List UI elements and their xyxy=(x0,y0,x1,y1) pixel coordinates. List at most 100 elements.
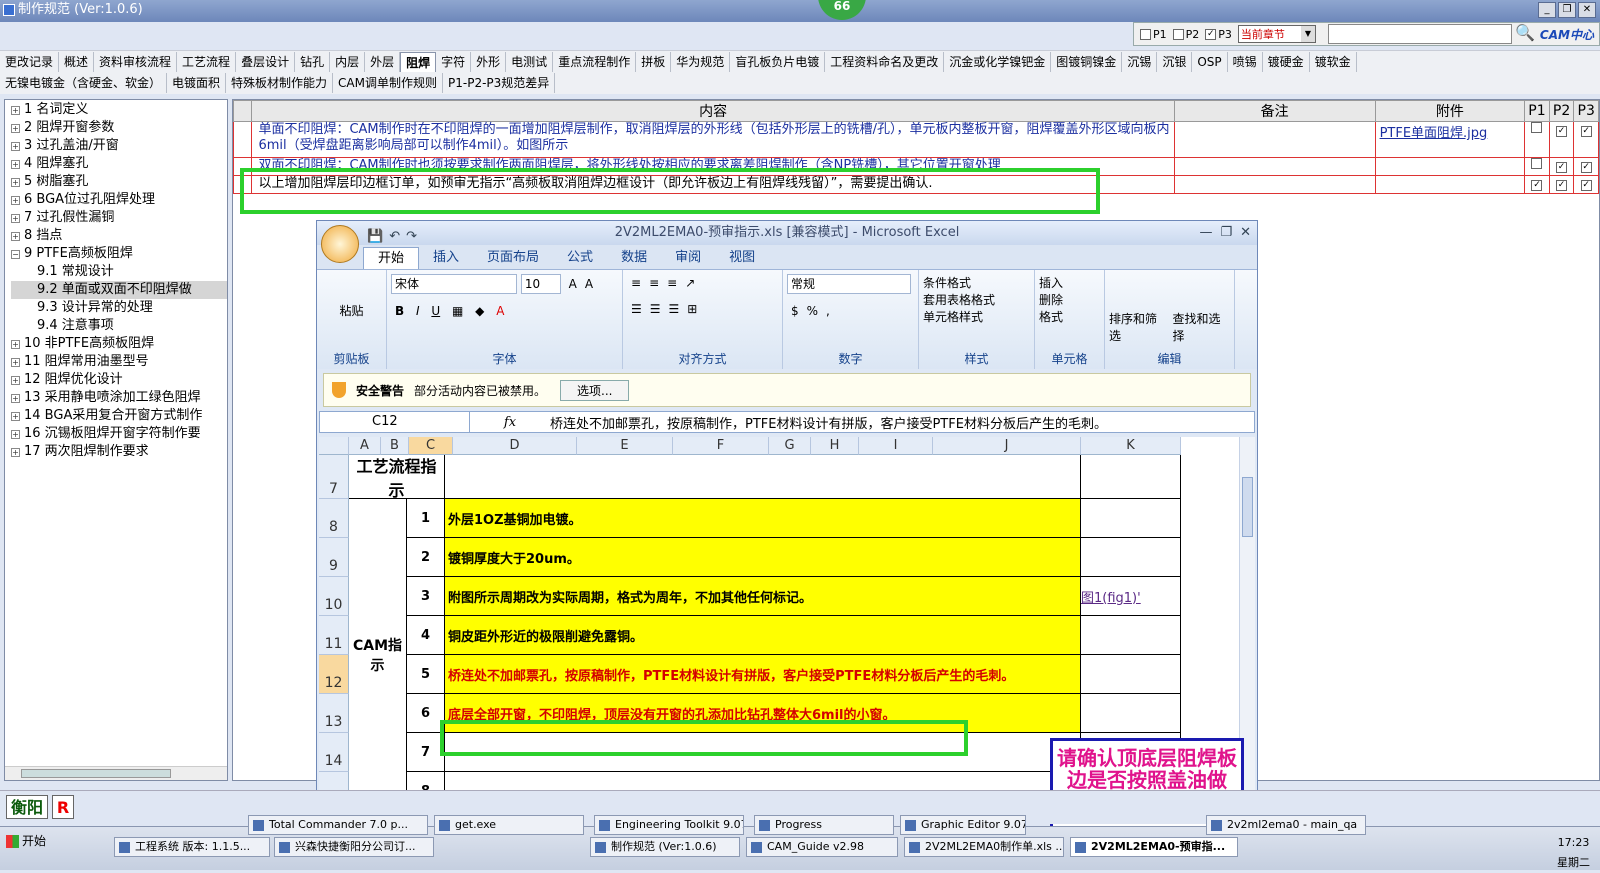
row-note[interactable] xyxy=(1173,175,1376,194)
index-cell[interactable]: 3 xyxy=(407,577,445,616)
tree-item[interactable]: +6 BGA位过孔阻焊处理 xyxy=(11,191,227,209)
align-center-icon[interactable]: ☰ xyxy=(647,301,664,317)
collapse-icon[interactable]: − xyxy=(11,249,20,259)
tree-item[interactable]: +10 非PTFE高频板阻焊 xyxy=(11,335,227,353)
cell[interactable] xyxy=(1081,694,1181,733)
column-header[interactable]: D xyxy=(453,437,577,455)
instruction-cell[interactable]: 附图所示周期改为实际周期，格式为周年，不加其他任何标记。 xyxy=(445,577,1081,616)
fill-color-icon[interactable]: ◆ xyxy=(472,303,487,319)
close-icon[interactable]: ✕ xyxy=(1240,221,1251,245)
figure-link[interactable]: 图1(fig1)' xyxy=(1081,577,1181,616)
ribbon-tab[interactable]: 公式 xyxy=(553,247,607,269)
tab-r1-19[interactable]: 沉锡 xyxy=(1122,51,1158,72)
tree-item[interactable]: +2 阻焊开窗参数 xyxy=(11,119,227,137)
tab-r1-4[interactable]: 叠层设计 xyxy=(236,51,296,72)
row-header[interactable]: 7 xyxy=(319,455,349,499)
column-header[interactable]: G xyxy=(769,437,811,455)
align-right-icon[interactable]: ☰ xyxy=(666,301,683,317)
currency-icon[interactable]: $ xyxy=(788,303,802,319)
tree-item[interactable]: +16 沉锡板阻焊开窗字符制作要 xyxy=(11,425,227,443)
expand-icon[interactable]: + xyxy=(11,105,20,115)
expand-icon[interactable]: + xyxy=(11,375,20,385)
p2-checkbox[interactable] xyxy=(1172,28,1184,40)
shrink-font-icon[interactable]: A xyxy=(582,276,596,292)
expand-icon[interactable]: + xyxy=(11,213,20,223)
cell-styles-button[interactable]: 单元格样式 xyxy=(923,308,1030,325)
row-attachment-link[interactable] xyxy=(1374,175,1526,194)
expand-icon[interactable]: + xyxy=(11,141,20,151)
ribbon-tab[interactable]: 视图 xyxy=(715,247,769,269)
paste-button[interactable]: 粘贴 xyxy=(321,302,382,319)
tree-item[interactable]: 9.2 单面或双面不印阻焊做 xyxy=(11,281,227,299)
tree-horizontal-scrollbar[interactable] xyxy=(5,766,227,780)
taskbar-item[interactable]: 兴森快捷衡阳分公司订... xyxy=(274,837,434,857)
redo-icon[interactable]: ↷ xyxy=(406,225,417,249)
row-attachment-link[interactable] xyxy=(1374,157,1526,176)
expand-icon[interactable]: + xyxy=(11,339,20,349)
search-icon[interactable]: 🔍 xyxy=(1514,23,1536,45)
format-button[interactable]: 格式 xyxy=(1039,308,1100,325)
expand-icon[interactable]: + xyxy=(11,177,20,187)
insert-button[interactable]: 插入 xyxy=(1039,274,1100,291)
expand-icon[interactable]: + xyxy=(11,447,20,457)
row-header[interactable]: 9 xyxy=(319,538,349,577)
sort-filter-button[interactable]: 排序和筛选 xyxy=(1109,310,1167,344)
table-format-button[interactable]: 套用表格格式 xyxy=(923,291,1030,308)
italic-button[interactable]: I xyxy=(413,303,423,319)
number-format-select[interactable]: 常规 xyxy=(787,274,911,294)
ribbon-tab[interactable]: 页面布局 xyxy=(473,247,553,269)
tree-item[interactable]: +13 采用静电喷涂加工绿色阻焊 xyxy=(11,389,227,407)
p2-checkbox[interactable]: ✓ xyxy=(1556,180,1568,191)
row-header[interactable]: 8 xyxy=(319,499,349,538)
tree-item[interactable]: +14 BGA采用复合开窗方式制作 xyxy=(11,407,227,425)
index-cell[interactable]: 4 xyxy=(407,616,445,655)
search-input[interactable] xyxy=(1327,24,1512,44)
row-header[interactable]: 13 xyxy=(319,694,349,733)
index-cell[interactable]: 1 xyxy=(407,499,445,538)
tree-item[interactable]: +17 两次阻焊制作要求 xyxy=(11,443,227,461)
scope-select[interactable]: 当前章节 xyxy=(1237,25,1316,43)
cell[interactable] xyxy=(1081,455,1181,499)
taskbar-item[interactable]: Graphic Editor 9.07b2 xyxy=(900,815,1026,835)
fx-icon[interactable]: fx xyxy=(470,415,550,430)
row-header[interactable]: 10 xyxy=(319,577,349,616)
instruction-cell[interactable]: 桥连处不加邮票孔，按原稿制作，PTFE材料设计有拼版，客户接受PTFE材料分板后… xyxy=(445,655,1081,694)
minimize-icon[interactable]: — xyxy=(1199,221,1212,245)
row-note[interactable] xyxy=(1173,121,1376,158)
start-button[interactable]: 开始 xyxy=(2,831,52,851)
col-header-attach[interactable]: 附件 xyxy=(1374,100,1526,122)
column-header[interactable]: I xyxy=(859,437,933,455)
ribbon-tab[interactable]: 插入 xyxy=(419,247,473,269)
align-top-icon[interactable]: ≡ xyxy=(628,275,644,291)
instruction-cell[interactable]: 外层1OZ基铜加电镀。 xyxy=(445,499,1081,538)
tab-r1-22[interactable]: 喷锡 xyxy=(1228,51,1263,72)
tab-r2-0[interactable]: 无镍电镀金（含硬金、软金） xyxy=(0,73,168,93)
tab-r1-16[interactable]: 工程资料命名及更改 xyxy=(825,51,945,72)
tab-r1-8[interactable]: 阻焊 xyxy=(400,51,437,72)
align-bottom-icon[interactable]: ≡ xyxy=(664,275,680,291)
undo-icon[interactable]: ↶ xyxy=(389,225,400,249)
conditional-format-button[interactable]: 条件格式 xyxy=(923,274,1030,291)
tab-r1-6[interactable]: 内层 xyxy=(330,51,366,72)
save-icon[interactable]: 💾 xyxy=(367,225,383,249)
tree-item[interactable]: +11 阻焊常用油墨型号 xyxy=(11,353,227,371)
ribbon-tab[interactable]: 开始 xyxy=(363,247,420,269)
font-name-select[interactable]: 宋体 xyxy=(391,274,517,294)
instruction-cell[interactable]: 铜皮距外形近的极限削避免露铜。 xyxy=(445,616,1081,655)
office-button[interactable] xyxy=(321,225,359,263)
cell[interactable] xyxy=(1081,538,1181,577)
name-box[interactable]: C12 xyxy=(320,412,470,432)
close-button[interactable]: ✕ xyxy=(1578,2,1596,18)
comma-icon[interactable]: , xyxy=(823,303,833,319)
row-header[interactable]: 11 xyxy=(319,616,349,655)
taskbar-item[interactable]: 2V2ML2EMA0制作单.xls ... xyxy=(904,837,1064,857)
align-middle-icon[interactable]: ≡ xyxy=(646,275,662,291)
font-size-select[interactable]: 10 xyxy=(520,274,561,294)
tab-r2-2[interactable]: 特殊板材制作能力 xyxy=(226,73,334,93)
taskbar-item[interactable]: CAM_Guide v2.98 xyxy=(746,837,898,857)
delete-button[interactable]: 删除 xyxy=(1039,291,1100,308)
row-header[interactable]: 14 xyxy=(319,733,349,772)
tree-item[interactable]: +3 过孔盖油/开窗 xyxy=(11,137,227,155)
options-button[interactable]: 选项... xyxy=(560,379,630,401)
underline-button[interactable]: U xyxy=(428,303,443,319)
